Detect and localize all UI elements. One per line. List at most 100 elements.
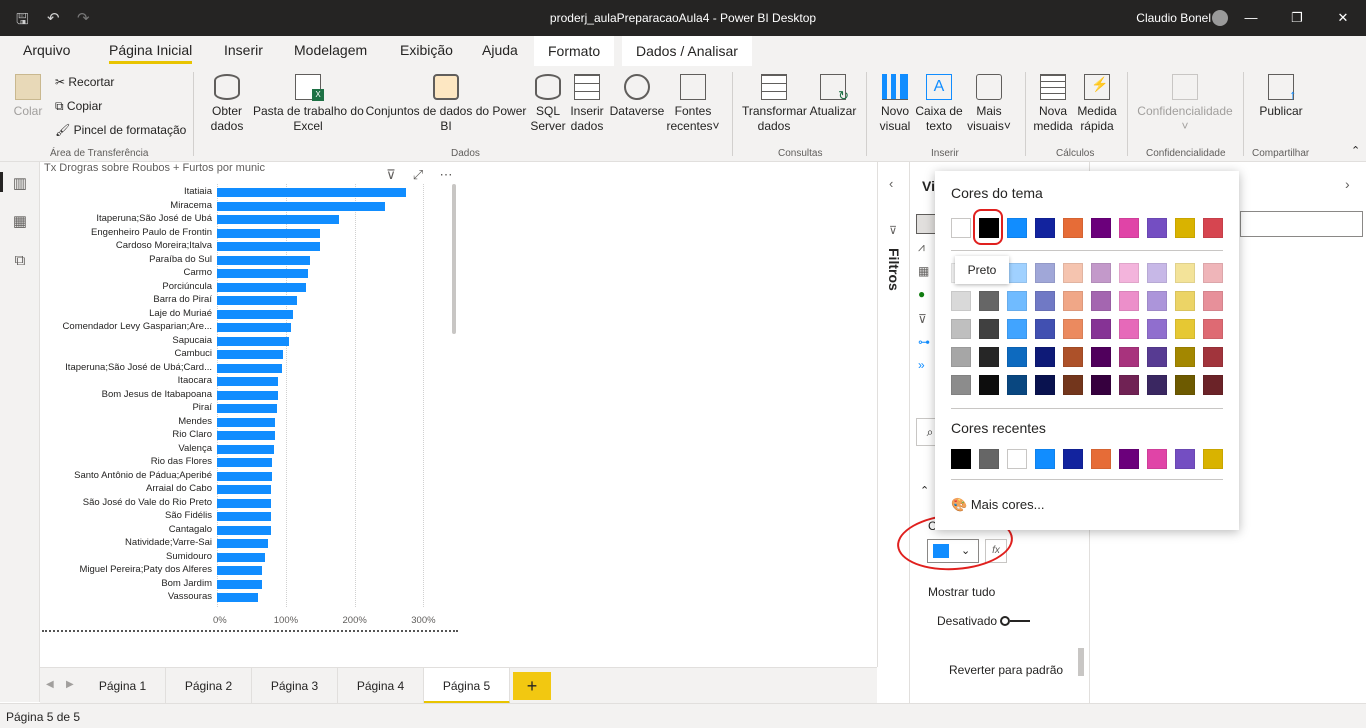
show-all-toggle[interactable] (1000, 615, 1030, 627)
table-viz-icon[interactable]: ▦ (918, 264, 929, 278)
textbox-button[interactable]: A Caixa de texto (914, 74, 964, 134)
shade-color-swatch[interactable] (1035, 319, 1055, 339)
recent-color-swatch[interactable] (1063, 449, 1083, 469)
publish-button[interactable]: ↑ Publicar (1255, 74, 1307, 119)
bar[interactable] (217, 593, 258, 602)
sql-server-button[interactable]: SQL Server (530, 74, 566, 134)
bar[interactable] (217, 228, 321, 238)
collapse-icon[interactable]: ‹ (889, 176, 893, 191)
bar[interactable] (217, 552, 266, 562)
recent-color-swatch[interactable] (1175, 449, 1195, 469)
shade-color-swatch[interactable] (1119, 291, 1139, 311)
tab-arquivo[interactable]: Arquivo (23, 42, 70, 58)
recent-color-swatch[interactable] (1119, 449, 1139, 469)
recent-color-swatch[interactable] (951, 449, 971, 469)
tab-formato[interactable]: Formato (534, 36, 615, 66)
theme-color-swatch[interactable] (1035, 218, 1055, 238)
scrollbar[interactable] (452, 184, 456, 334)
bar[interactable] (217, 215, 340, 224)
new-measure-button[interactable]: Nova medida (1032, 74, 1074, 134)
format-painter-button[interactable]: 🖌 Pincel de formatação (55, 123, 186, 137)
collapse-ribbon-icon[interactable]: ⌃ (1351, 144, 1360, 157)
page-tab-4[interactable]: Página 4 (338, 668, 424, 704)
bar[interactable] (217, 255, 310, 265)
refresh-button[interactable]: ↻ Atualizar (808, 74, 858, 119)
shade-color-swatch[interactable] (1063, 375, 1083, 395)
bar[interactable] (217, 350, 283, 359)
shade-color-swatch[interactable] (1119, 263, 1139, 283)
theme-color-swatch[interactable] (1007, 218, 1027, 238)
maximize-button[interactable]: ❐ (1274, 5, 1320, 31)
user-name[interactable]: Claudio Bonel (1136, 11, 1211, 25)
bar[interactable] (217, 309, 293, 319)
bar[interactable] (217, 242, 321, 251)
copy-button[interactable]: ⧉ Copiar (55, 99, 102, 114)
reset-default-link[interactable]: Reverter para padrão (949, 663, 1063, 677)
bar[interactable] (217, 377, 279, 386)
sensitivity-button[interactable]: Confidencialidade ˅ (1135, 74, 1235, 134)
shade-color-swatch[interactable] (1119, 347, 1139, 367)
tab-ajuda[interactable]: Ajuda (482, 42, 518, 58)
bar[interactable] (217, 282, 307, 292)
theme-color-swatch[interactable] (1147, 218, 1167, 238)
shade-color-swatch[interactable] (1175, 319, 1195, 339)
tab-exibicao[interactable]: Exibição (400, 42, 453, 58)
shade-color-swatch[interactable] (951, 347, 971, 367)
shade-color-swatch[interactable] (1063, 263, 1083, 283)
shade-color-swatch[interactable] (1147, 291, 1167, 311)
bar[interactable] (217, 296, 298, 305)
bar[interactable] (217, 471, 272, 481)
recent-color-swatch[interactable] (1203, 449, 1223, 469)
shade-color-swatch[interactable] (1091, 263, 1111, 283)
shade-color-swatch[interactable] (1063, 319, 1083, 339)
decomp-tree-icon[interactable]: ⊶ (918, 335, 930, 349)
recent-sources-button[interactable]: Fontes recentes˅ (664, 74, 722, 134)
shade-color-swatch[interactable] (1007, 291, 1027, 311)
shade-color-swatch[interactable] (1091, 291, 1111, 311)
shade-color-swatch[interactable] (1035, 291, 1055, 311)
bar[interactable] (217, 323, 292, 332)
enter-data-button[interactable]: Inserir dados (569, 74, 605, 134)
theme-color-swatch[interactable] (1175, 218, 1195, 238)
bar[interactable] (217, 539, 268, 548)
shade-color-swatch[interactable] (1147, 319, 1167, 339)
get-data-button[interactable]: Obter dados (203, 74, 251, 134)
theme-color-swatch[interactable] (1119, 218, 1139, 238)
next-page-icon[interactable]: ▶ (66, 679, 74, 690)
shade-color-swatch[interactable] (1063, 291, 1083, 311)
bar[interactable] (217, 417, 276, 427)
report-view-icon[interactable]: ▥ (10, 174, 30, 192)
bar[interactable] (217, 269, 308, 278)
globe-icon[interactable]: ● (918, 287, 925, 301)
data-view-icon[interactable]: ▦ (10, 212, 30, 230)
theme-color-swatch[interactable] (1063, 218, 1083, 238)
model-view-icon[interactable]: ⧉ (10, 252, 30, 270)
shade-color-swatch[interactable] (1007, 263, 1027, 283)
bar[interactable] (217, 363, 282, 373)
shade-color-swatch[interactable] (1119, 375, 1139, 395)
shade-color-swatch[interactable] (1147, 375, 1167, 395)
shade-color-swatch[interactable] (1147, 347, 1167, 367)
bar[interactable] (217, 498, 272, 508)
shade-color-swatch[interactable] (1203, 291, 1223, 311)
shade-color-swatch[interactable] (1175, 291, 1195, 311)
transform-data-button[interactable]: Transformar dados (742, 74, 807, 134)
shade-color-swatch[interactable] (1175, 347, 1195, 367)
shade-color-swatch[interactable] (1091, 319, 1111, 339)
tab-pagina-inicial[interactable]: Página Inicial (109, 42, 193, 64)
bar[interactable] (217, 201, 386, 211)
shade-color-swatch[interactable] (979, 347, 999, 367)
shade-color-swatch[interactable] (951, 291, 971, 311)
shade-color-swatch[interactable] (979, 291, 999, 311)
funnel-icon[interactable]: ⊽ (918, 312, 927, 326)
bar[interactable] (217, 431, 275, 440)
shade-color-swatch[interactable] (951, 375, 971, 395)
shade-color-swatch[interactable] (1203, 263, 1223, 283)
dataverse-button[interactable]: Dataverse (609, 74, 665, 119)
bar[interactable] (217, 458, 272, 467)
collapse-section-icon[interactable]: ⌃ (920, 484, 929, 497)
recent-color-swatch[interactable] (979, 449, 999, 469)
recent-color-swatch[interactable] (1147, 449, 1167, 469)
avatar[interactable] (1212, 10, 1228, 26)
shade-color-swatch[interactable] (1007, 347, 1027, 367)
